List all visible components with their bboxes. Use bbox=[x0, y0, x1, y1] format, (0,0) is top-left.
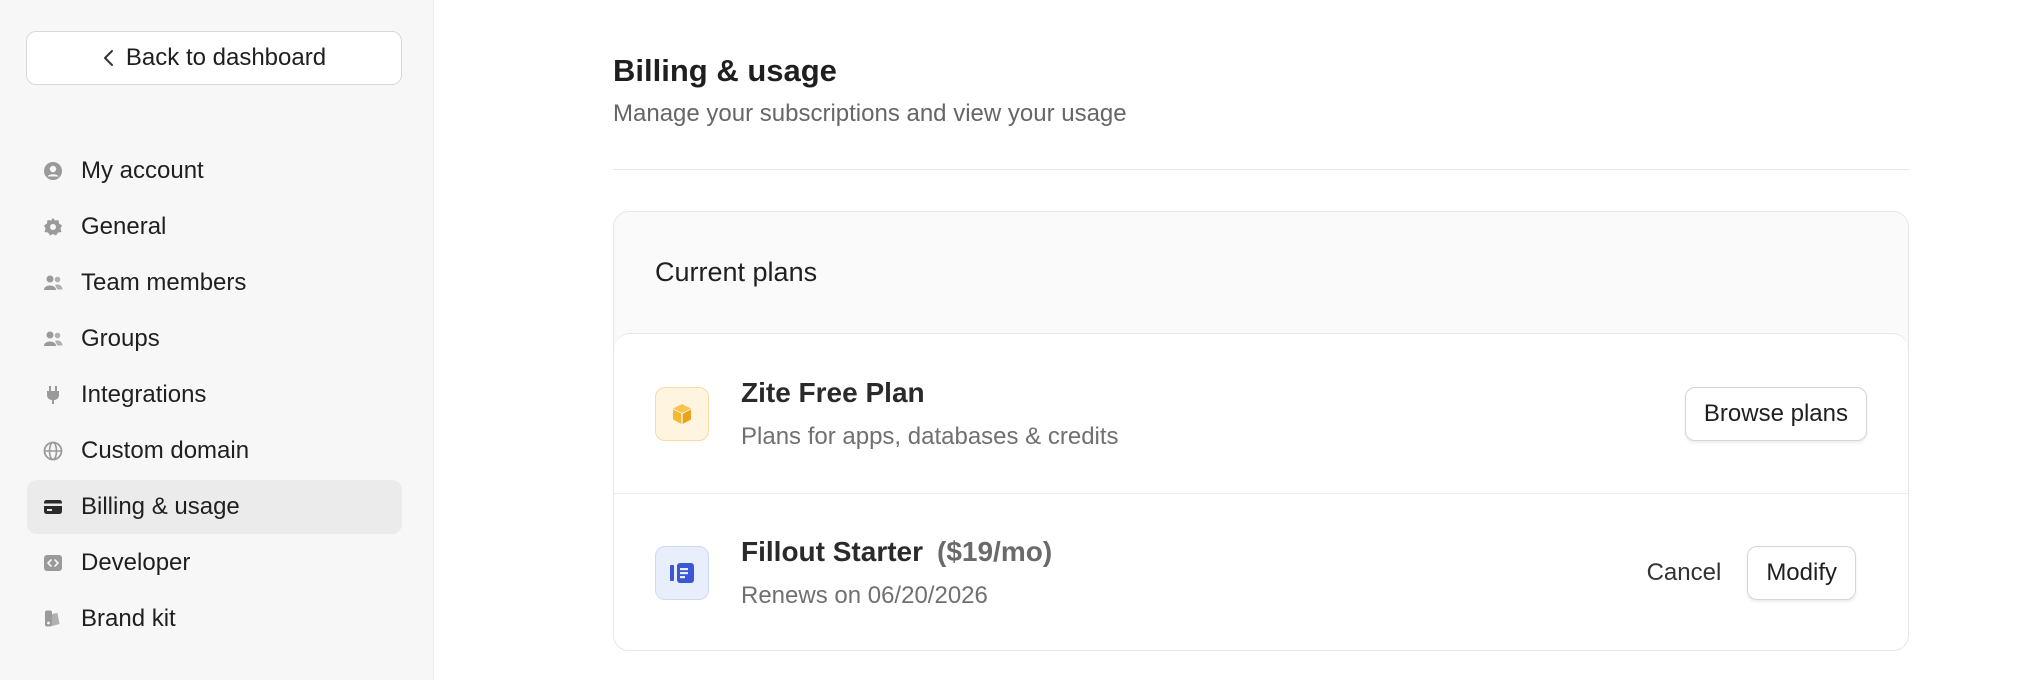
settings-nav: My account General Team members Groups I… bbox=[27, 144, 402, 648]
fillout-logo-icon bbox=[655, 546, 709, 600]
settings-app: Back to dashboard My account General Tea… bbox=[0, 0, 2022, 680]
plan-row-zite-free: Zite Free Plan Plans for apps, databases… bbox=[614, 334, 1908, 493]
current-plans-heading: Current plans bbox=[655, 257, 818, 287]
sidebar-item-general[interactable]: General bbox=[27, 200, 402, 254]
plan-info: Zite Free Plan Plans for apps, databases… bbox=[741, 377, 1119, 451]
cube-icon bbox=[655, 386, 709, 441]
sidebar-item-integrations[interactable]: Integrations bbox=[27, 368, 402, 422]
sidebar-item-label: Billing & usage bbox=[81, 493, 240, 520]
sidebar-item-label: Integrations bbox=[81, 381, 207, 408]
sidebar-item-label: Developer bbox=[81, 549, 191, 576]
plan-row-fillout-starter: Fillout Starter ($19/mo) Renews on 06/20… bbox=[614, 493, 1908, 650]
back-to-dashboard-button[interactable]: Back to dashboard bbox=[26, 31, 402, 85]
sidebar-item-brand-kit[interactable]: Brand kit bbox=[27, 592, 402, 646]
sidebar-item-groups[interactable]: Groups bbox=[27, 312, 402, 366]
page-subtitle: Manage your subscriptions and view your … bbox=[613, 100, 1127, 127]
cancel-plan-button[interactable]: Cancel bbox=[1647, 559, 1722, 587]
sidebar-item-custom-domain[interactable]: Custom domain bbox=[27, 424, 402, 478]
plan-actions: Cancel Modify bbox=[1647, 546, 1856, 600]
plan-renewal-date: Renews on 06/20/2026 bbox=[741, 582, 988, 609]
globe-icon bbox=[43, 441, 63, 461]
plan-price: ($19/mo) bbox=[937, 536, 1053, 567]
page-title: Billing & usage bbox=[613, 53, 837, 88]
modify-plan-button[interactable]: Modify bbox=[1747, 546, 1856, 600]
plan-info: Fillout Starter ($19/mo) Renews on 06/20… bbox=[741, 536, 1052, 610]
sidebar-item-label: General bbox=[81, 213, 167, 240]
sidebar-item-label: Team members bbox=[81, 269, 247, 296]
credit-card-icon bbox=[43, 497, 63, 517]
back-to-dashboard-label: Back to dashboard bbox=[125, 44, 327, 71]
sidebar-item-label: Brand kit bbox=[81, 605, 176, 632]
sidebar-item-team-members[interactable]: Team members bbox=[27, 256, 402, 310]
sidebar: Back to dashboard My account General Tea… bbox=[0, 0, 434, 680]
plan-description: Plans for apps, databases & credits bbox=[741, 422, 1119, 450]
plans-list: Zite Free Plan Plans for apps, databases… bbox=[614, 333, 1908, 650]
plan-name-text: Fillout Starter bbox=[741, 536, 924, 567]
code-icon bbox=[43, 553, 63, 573]
plan-name: Fillout Starter ($19/mo) bbox=[741, 536, 1052, 568]
gear-icon bbox=[43, 217, 63, 237]
plug-icon bbox=[43, 385, 63, 405]
users-icon bbox=[43, 329, 63, 349]
sidebar-item-my-account[interactable]: My account bbox=[27, 144, 402, 198]
main-content: Billing & usage Manage your subscription… bbox=[434, 0, 2022, 680]
plan-actions: Browse plans bbox=[1684, 386, 1867, 441]
palette-icon bbox=[43, 609, 63, 629]
current-plans-card: Current plans Zite Free Plan Plans for a… bbox=[613, 211, 1909, 651]
plan-name: Zite Free Plan bbox=[741, 377, 1119, 409]
sidebar-item-developer[interactable]: Developer bbox=[27, 536, 402, 590]
sidebar-item-billing-usage[interactable]: Billing & usage bbox=[27, 480, 402, 534]
user-circle-icon bbox=[43, 161, 63, 181]
section-divider bbox=[613, 169, 1909, 170]
sidebar-item-label: Custom domain bbox=[81, 437, 250, 464]
sidebar-item-label: Groups bbox=[81, 325, 160, 352]
plan-name-text: Zite Free Plan bbox=[741, 376, 925, 408]
sidebar-item-label: My account bbox=[81, 157, 204, 184]
browse-plans-button[interactable]: Browse plans bbox=[1684, 386, 1867, 441]
users-icon bbox=[43, 273, 63, 293]
chevron-left-icon bbox=[102, 49, 116, 67]
